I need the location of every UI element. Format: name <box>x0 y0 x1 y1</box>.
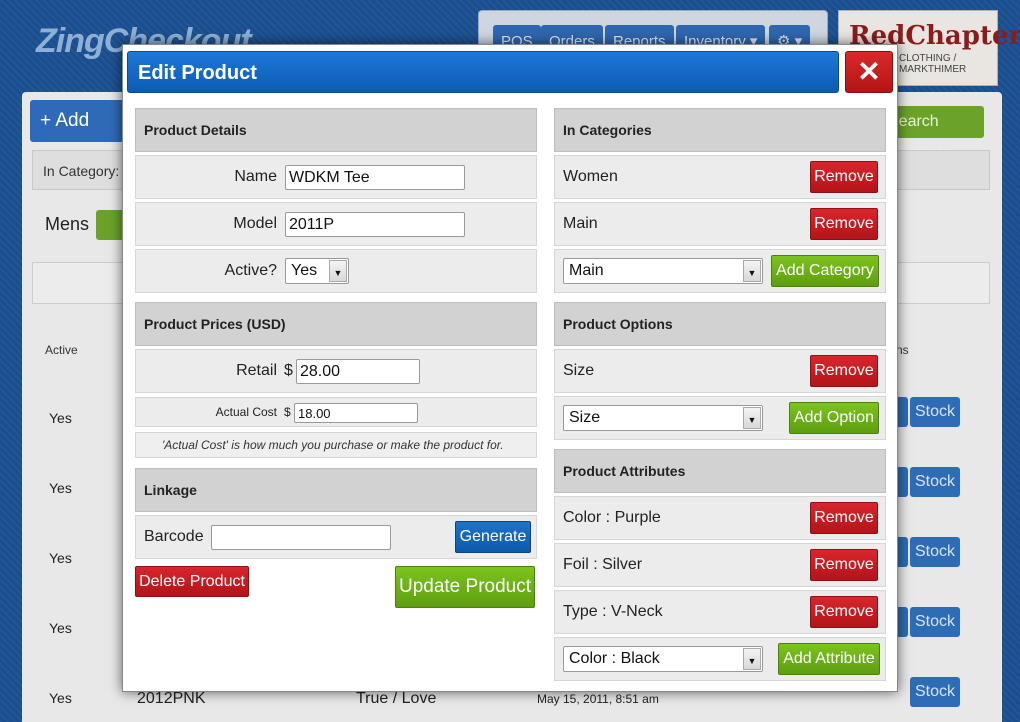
option-select-value: Size <box>569 409 601 426</box>
name-label: Name <box>234 168 277 185</box>
barcode-row: Barcode Generate <box>135 515 537 559</box>
product-details-heading: Product Details <box>135 108 537 152</box>
linkage-heading: Linkage <box>135 468 537 512</box>
retail-currency: $ <box>284 362 293 379</box>
remove-option-button[interactable]: Remove <box>810 355 878 387</box>
in-categories-heading: In Categories <box>554 108 886 152</box>
delete-product-button[interactable]: Delete Product <box>135 566 249 597</box>
modal-header: Edit Product <box>127 51 839 93</box>
barcode-label: Barcode <box>144 528 204 545</box>
actual-cost-currency: $ <box>284 405 291 419</box>
option-name: Size <box>563 362 595 379</box>
attribute-select[interactable]: Color : Black ▼ <box>563 646 763 672</box>
attribute-row: Foil : Silver Remove <box>554 543 886 587</box>
chevron-down-icon: ▼ <box>743 260 761 282</box>
generate-button[interactable]: Generate <box>455 521 531 553</box>
row-active: Yes <box>49 550 72 566</box>
col-active-header: Active <box>45 343 78 357</box>
chevron-down-icon: ▼ <box>743 648 761 670</box>
product-attributes-heading: Product Attributes <box>554 449 886 493</box>
row-active: Yes <box>49 410 72 426</box>
stock-button[interactable]: Stock <box>910 397 960 427</box>
active-select-value: Yes <box>291 262 318 279</box>
row-active: Yes <box>49 480 72 496</box>
add-option-button[interactable]: Add Option <box>789 402 879 434</box>
chevron-down-icon: ▼ <box>743 407 761 429</box>
model-field[interactable] <box>285 212 465 237</box>
retail-price-field[interactable] <box>296 359 420 384</box>
remove-attribute-button[interactable]: Remove <box>810 596 878 628</box>
category-select[interactable]: Main ▼ <box>563 258 763 284</box>
name-row: Name <box>135 155 537 199</box>
cost-note: 'Actual Cost' is how much you purchase o… <box>162 438 504 452</box>
category-heading: Mens <box>45 214 90 234</box>
brand-subtitle: CLOTHING / MARKTHIMER <box>899 53 967 75</box>
product-prices-heading: Product Prices (USD) <box>135 302 537 346</box>
stock-button[interactable]: Stock <box>910 537 960 567</box>
remove-category-button[interactable]: Remove <box>810 161 878 193</box>
model-row: Model <box>135 202 537 246</box>
active-label: Active? <box>224 262 277 279</box>
retail-row: Retail $ <box>135 349 537 393</box>
add-attribute-button[interactable]: Add Attribute <box>778 643 880 675</box>
attribute-row: Type : V-Neck Remove <box>554 590 886 634</box>
attribute-row: Color : Purple Remove <box>554 496 886 540</box>
update-product-button[interactable]: Update Product <box>395 566 535 608</box>
active-row: Active? Yes ▼ <box>135 249 537 293</box>
name-field[interactable] <box>285 165 465 190</box>
barcode-field[interactable] <box>211 525 391 550</box>
add-category-row: Main ▼ Add Category <box>554 249 886 293</box>
chevron-down-icon: ▼ <box>329 260 347 282</box>
option-select[interactable]: Size ▼ <box>563 405 763 431</box>
remove-category-button[interactable]: Remove <box>810 208 878 240</box>
attribute-name: Foil : Silver <box>563 556 643 573</box>
attribute-name: Color : Purple <box>563 509 661 526</box>
add-option-row: Size ▼ Add Option <box>554 396 886 440</box>
attribute-name: Type : V-Neck <box>563 603 663 620</box>
stock-button[interactable]: Stock <box>910 677 960 707</box>
active-select[interactable]: Yes ▼ <box>285 258 349 284</box>
add-attribute-row: Color : Black ▼ Add Attribute <box>554 637 886 681</box>
stock-button[interactable]: Stock <box>910 607 960 637</box>
category-row: Main Remove <box>554 202 886 246</box>
add-category-button[interactable]: Add Category <box>771 255 879 287</box>
close-icon[interactable]: ✕ <box>845 51 893 93</box>
category-name: Main <box>563 215 598 232</box>
actual-cost-field[interactable] <box>294 403 418 423</box>
retail-label: Retail <box>236 362 277 379</box>
option-row: Size Remove <box>554 349 886 393</box>
row-model: 2012PNK <box>137 690 206 707</box>
remove-attribute-button[interactable]: Remove <box>810 502 878 534</box>
row-active: Yes <box>49 690 72 706</box>
category-row: Women Remove <box>554 155 886 199</box>
actual-cost-row: Actual Cost $ <box>135 397 537 427</box>
row-name: True / Love <box>356 690 437 707</box>
product-options-heading: Product Options <box>554 302 886 346</box>
model-label: Model <box>233 215 277 232</box>
cost-note-row: 'Actual Cost' is how much you purchase o… <box>135 432 537 458</box>
edit-product-modal: Edit Product ✕ Product Details Name Mode… <box>122 44 898 692</box>
row-date: May 15, 2011, 8:51 am <box>537 692 659 706</box>
category-select-value: Main <box>569 262 604 279</box>
attribute-select-value: Color : Black <box>569 650 660 667</box>
modal-title: Edit Product <box>138 62 257 84</box>
actual-cost-label: Actual Cost <box>215 405 277 419</box>
remove-attribute-button[interactable]: Remove <box>810 549 878 581</box>
row-active: Yes <box>49 620 72 636</box>
category-name: Women <box>563 168 618 185</box>
stock-button[interactable]: Stock <box>910 467 960 497</box>
